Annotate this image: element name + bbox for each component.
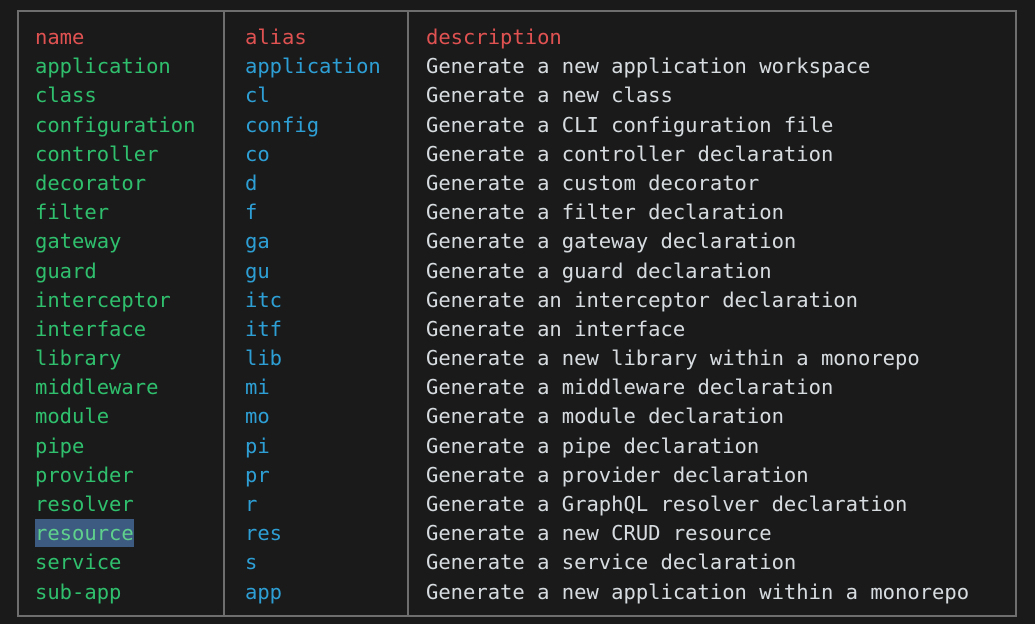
cell-schematic-alias[interactable]: itc — [223, 286, 407, 315]
column-header-alias: alias — [245, 25, 307, 49]
cell-schematic-name[interactable]: configuration — [19, 111, 223, 140]
cell-schematic-name[interactable]: middleware — [19, 373, 223, 402]
column-header-description: description — [426, 25, 562, 49]
table-header-row: name alias description — [19, 23, 1015, 52]
cell-schematic-alias[interactable]: lib — [223, 344, 407, 373]
table-row[interactable]: class cl Generate a new class — [19, 81, 1015, 110]
table-row[interactable]: gateway ga Generate a gateway declaration — [19, 227, 1015, 256]
cell-schematic-name[interactable]: pipe — [19, 432, 223, 461]
cell-schematic-description: Generate a pipe declaration — [426, 433, 760, 458]
cell-schematic-description: Generate a provider declaration — [426, 462, 809, 487]
cell-schematic-name[interactable]: module — [19, 402, 223, 431]
table-row[interactable]: configuration config Generate a CLI config… — [19, 111, 1015, 140]
cell-schematic-description: Generate an interceptor declaration — [426, 287, 858, 312]
cell-schematic-description: Generate an interface — [426, 316, 686, 341]
cell-schematic-alias[interactable]: pi — [223, 432, 407, 461]
table-row[interactable]: application application Generate a new app… — [19, 52, 1015, 81]
cell-schematic-description: Generate a new application workspace — [426, 54, 871, 79]
table-row[interactable]: library lib Generate a new library within … — [19, 344, 1015, 373]
table-row[interactable]: guard gu Generate a guard declaration — [19, 257, 1015, 286]
cell-schematic-alias[interactable]: d — [223, 169, 407, 198]
cell-schematic-name[interactable]: guard — [19, 257, 223, 286]
table-row[interactable]: service s Generate a service declaration — [19, 548, 1015, 577]
table-row[interactable]: controller co Generate a controller declar… — [19, 140, 1015, 169]
cell-schematic-name[interactable]: class — [19, 81, 223, 110]
cell-schematic-alias[interactable]: config — [223, 111, 407, 140]
cell-schematic-name[interactable]: decorator — [19, 169, 223, 198]
cell-schematic-name[interactable]: resource — [19, 519, 223, 548]
cell-schematic-description: Generate a CLI configuration file — [426, 112, 834, 137]
cell-schematic-alias[interactable]: cl — [223, 81, 407, 110]
cell-schematic-description: Generate a new CRUD resource — [426, 521, 772, 546]
table-row[interactable]: module mo Generate a module declaration — [19, 402, 1015, 431]
cell-schematic-name[interactable]: library — [19, 344, 223, 373]
cell-schematic-alias[interactable]: co — [223, 140, 407, 169]
cell-schematic-name[interactable]: controller — [19, 140, 223, 169]
cell-schematic-description: Generate a GraphQL resolver declaration — [426, 492, 908, 516]
schematics-table: name alias description application applic… — [17, 10, 1017, 617]
cell-schematic-description: Generate a service declaration — [426, 550, 797, 575]
table-row[interactable]: resource res Generate a new CRUD resource — [19, 519, 1015, 548]
cell-schematic-name[interactable]: service — [19, 548, 223, 577]
table-row[interactable]: decorator d Generate a custom decorator — [19, 169, 1015, 198]
terminal-window: name alias description application applic… — [0, 0, 1035, 624]
cell-schematic-description: Generate a guard declaration — [426, 258, 772, 283]
cell-schematic-name[interactable]: gateway — [19, 227, 223, 256]
cell-schematic-description: Generate a custom decorator — [426, 170, 760, 195]
cell-schematic-description: Generate a new application within a mono… — [426, 579, 970, 604]
cell-schematic-name[interactable]: interface — [19, 315, 223, 344]
table-row[interactable]: resolver r Generate a GraphQL resolver dec… — [19, 490, 1015, 519]
cell-schematic-alias[interactable]: itf — [223, 315, 407, 344]
table-row[interactable]: middleware mi Generate a middleware declar… — [19, 373, 1015, 402]
cell-schematic-description: Generate a middleware declaration — [426, 375, 834, 400]
selected-row-highlight[interactable]: resource — [35, 519, 134, 548]
table-row[interactable]: interface itf Generate an interface — [19, 315, 1015, 344]
table-row[interactable]: pipe pi Generate a pipe declaration — [19, 432, 1015, 461]
cell-schematic-name[interactable]: interceptor — [19, 286, 223, 315]
table-row[interactable]: sub-app app Generate a new application wit… — [19, 578, 1015, 607]
cell-schematic-alias[interactable]: pr — [223, 461, 407, 490]
cell-schematic-alias[interactable]: f — [223, 198, 407, 227]
cell-schematic-alias[interactable]: mo — [223, 402, 407, 431]
table-row[interactable]: filter f Generate a filter declaration — [19, 198, 1015, 227]
table-rows-container: name alias description application applic… — [19, 12, 1015, 615]
cell-schematic-name[interactable]: filter — [19, 198, 223, 227]
cell-schematic-description: Generate a filter declaration — [426, 200, 784, 225]
cell-schematic-alias[interactable]: ga — [223, 227, 407, 256]
cell-schematic-description: Generate a gateway declaration — [426, 229, 797, 254]
table-row[interactable]: interceptor itc Generate an interceptor de… — [19, 286, 1015, 315]
cell-schematic-alias[interactable]: app — [223, 578, 407, 607]
table-row[interactable]: provider pr Generate a provider declaratio… — [19, 461, 1015, 490]
cell-schematic-alias[interactable]: s — [223, 548, 407, 577]
cell-schematic-description: Generate a new class — [426, 83, 673, 108]
cell-schematic-alias[interactable]: mi — [223, 373, 407, 402]
column-header-name: name — [35, 25, 85, 49]
cell-schematic-description: Generate a module declaration — [426, 404, 784, 429]
cell-schematic-alias[interactable]: res — [223, 519, 407, 548]
cell-schematic-alias[interactable]: gu — [223, 257, 407, 286]
cell-schematic-name[interactable]: resolver — [19, 490, 223, 519]
cell-schematic-alias[interactable]: application — [223, 52, 407, 81]
cell-schematic-description: Generate a controller declaration — [426, 141, 834, 166]
cell-schematic-name[interactable]: sub-app — [19, 578, 223, 607]
cell-schematic-description: Generate a new library within a monorepo — [426, 346, 920, 371]
cell-schematic-name[interactable]: provider — [19, 461, 223, 490]
cell-schematic-alias[interactable]: r — [223, 490, 407, 519]
cell-schematic-name[interactable]: application — [19, 52, 223, 81]
